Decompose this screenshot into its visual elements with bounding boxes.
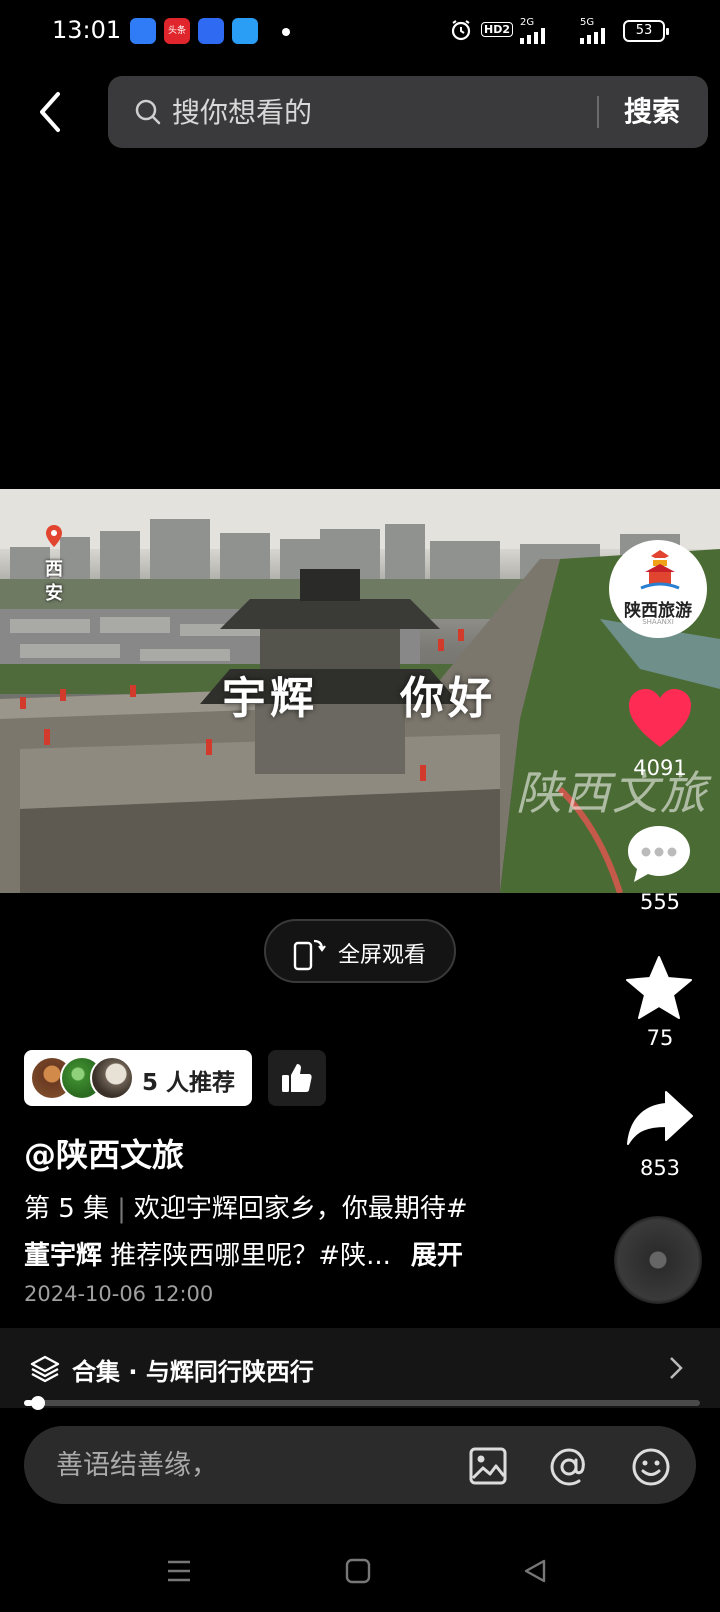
location-label: 西安: [45, 559, 63, 604]
location-pin-icon: [46, 525, 62, 547]
menu-icon[interactable]: [166, 1558, 192, 1584]
toutiao-icon: 头条: [164, 18, 190, 44]
comment-icon[interactable]: [626, 824, 692, 884]
status-bar: 13:01 头条 HD2 2G 5G 53: [0, 0, 720, 64]
search-app-icon: [232, 18, 258, 44]
fullscreen-button[interactable]: 全屏观看: [264, 919, 456, 983]
at-mention-icon[interactable]: [548, 1446, 590, 1488]
description-line2: 推荐陕西哪里呢？#陕...: [102, 1241, 391, 1271]
search-input[interactable]: [172, 90, 592, 134]
shaanxi-logo-icon: [640, 550, 680, 590]
recommend-thumb-button[interactable]: [268, 1050, 326, 1106]
search-bar[interactable]: 搜索: [108, 76, 708, 148]
network-2g: 2G: [520, 17, 535, 28]
post-date: 2024-10-06 12:00: [24, 1282, 214, 1306]
video-title-left: 宇辉: [222, 673, 318, 724]
episode-separator: |: [117, 1194, 126, 1224]
emoji-icon[interactable]: [630, 1446, 672, 1488]
back-arrow-icon[interactable]: [30, 86, 74, 138]
rotate-screen-icon: [293, 939, 326, 971]
recommend-chip[interactable]: 5 人推荐: [24, 1050, 252, 1106]
battery-indicator: 53: [623, 20, 669, 42]
browser-icon: [130, 18, 156, 44]
search-icon: [135, 99, 161, 125]
search-button[interactable]: 搜索: [624, 90, 680, 134]
creator-avatar[interactable]: 陕西旅游 SHAANXI: [609, 540, 707, 638]
thumbs-up-icon: [282, 1064, 312, 1092]
favorite-count: 75: [646, 1026, 674, 1050]
notification-dot: [282, 28, 290, 36]
home-icon[interactable]: [345, 1558, 371, 1584]
comment-count: 555: [639, 890, 681, 914]
expand-button[interactable]: 展开: [411, 1241, 463, 1271]
video-page: 13:01 头条 HD2 2G 5G 53 搜索: [0, 0, 720, 1612]
collection-bar[interactable]: 合集 · 与辉同行陕西行: [0, 1328, 720, 1408]
music-disc[interactable]: [614, 1216, 702, 1304]
video-progress-bar[interactable]: [24, 1396, 700, 1410]
share-icon[interactable]: [626, 1090, 694, 1146]
image-icon[interactable]: [468, 1446, 508, 1486]
system-nav-bar: [0, 1536, 720, 1612]
like-count: 4091: [633, 756, 687, 780]
hd-badge: HD2: [481, 22, 513, 37]
network-5g: 5G: [580, 17, 595, 28]
video-title-right: 你好: [400, 673, 496, 724]
signal-icon: [520, 28, 545, 44]
signal-icon-2: [580, 28, 605, 44]
baidu-icon: [198, 18, 224, 44]
chevron-right-icon: [670, 1357, 683, 1379]
search-divider: [597, 96, 599, 128]
layers-icon: [30, 1355, 60, 1383]
fullscreen-label: 全屏观看: [338, 943, 427, 968]
back-icon[interactable]: [522, 1558, 548, 1584]
post-description[interactable]: 第 5 集 | 欢迎宇辉回家乡，你最期待# 董宇辉 推荐陕西哪里呢？#陕... 展开: [24, 1186, 564, 1280]
comment-input[interactable]: [56, 1442, 396, 1488]
share-count: 853: [639, 1156, 681, 1180]
recommend-label: 5 人推荐: [142, 1070, 236, 1096]
status-time: 13:01: [52, 16, 122, 44]
avatar-subtext: SHAANXI: [642, 618, 674, 626]
recommender-avatar: [90, 1056, 134, 1100]
description-line1: 欢迎宇辉回家乡，你最期待#: [133, 1194, 468, 1224]
comment-bar[interactable]: [24, 1426, 696, 1504]
collection-label: 合集 · 与辉同行陕西行: [72, 1358, 314, 1386]
episode-label: 第 5 集: [24, 1194, 110, 1224]
alarm-icon: [451, 20, 471, 41]
heart-icon[interactable]: [627, 687, 693, 749]
author-handle[interactable]: @陕西文旅: [24, 1130, 184, 1176]
description-mention: 董宇辉: [24, 1241, 103, 1271]
star-icon[interactable]: [625, 955, 693, 1021]
